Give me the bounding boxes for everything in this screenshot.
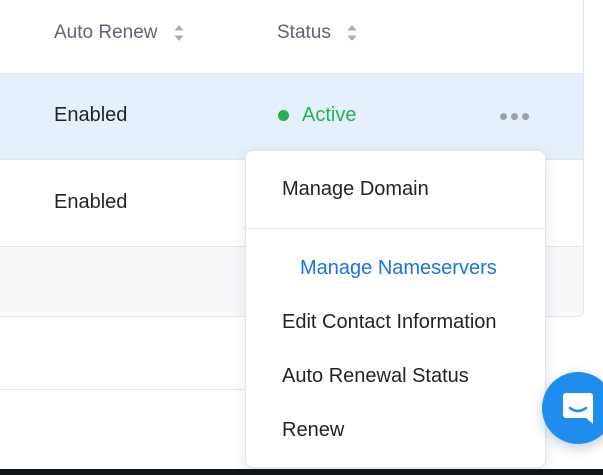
divider — [0, 389, 245, 390]
chat-launcher-button[interactable] — [542, 372, 603, 444]
column-header-label: Auto Renew — [54, 22, 158, 43]
menu-item-manage-nameservers[interactable]: Manage Nameservers — [300, 257, 497, 280]
more-horizontal-icon[interactable] — [500, 113, 529, 120]
status-badge: Active — [278, 104, 356, 127]
chat-bubble-icon — [563, 393, 593, 424]
menu-divider — [246, 228, 545, 229]
table-row[interactable]: Enabled Active — [0, 73, 583, 160]
auto-renew-cell: Enabled — [54, 191, 128, 213]
sort-icon[interactable] — [347, 23, 357, 43]
column-header-auto-renew[interactable]: Auto Renew — [54, 22, 184, 44]
menu-item-manage-domain[interactable]: Manage Domain — [282, 178, 429, 201]
status-dot-icon — [278, 110, 289, 121]
domains-page: Auto Renew Status Enabled Active Enabled… — [0, 0, 603, 475]
menu-item-edit-contact-information[interactable]: Edit Contact Information — [282, 311, 497, 334]
status-label: Active — [302, 104, 357, 126]
sort-icon[interactable] — [174, 23, 184, 43]
menu-item-auto-renewal-status[interactable]: Auto Renewal Status — [282, 365, 469, 388]
auto-renew-cell: Enabled — [54, 104, 128, 126]
column-header-label: Status — [277, 22, 331, 43]
column-header-status[interactable]: Status — [277, 22, 357, 44]
row-actions-menu: Manage Domain Manage Nameservers Edit Co… — [245, 150, 546, 468]
menu-item-renew[interactable]: Renew — [282, 419, 344, 442]
bottom-edge — [0, 469, 603, 475]
